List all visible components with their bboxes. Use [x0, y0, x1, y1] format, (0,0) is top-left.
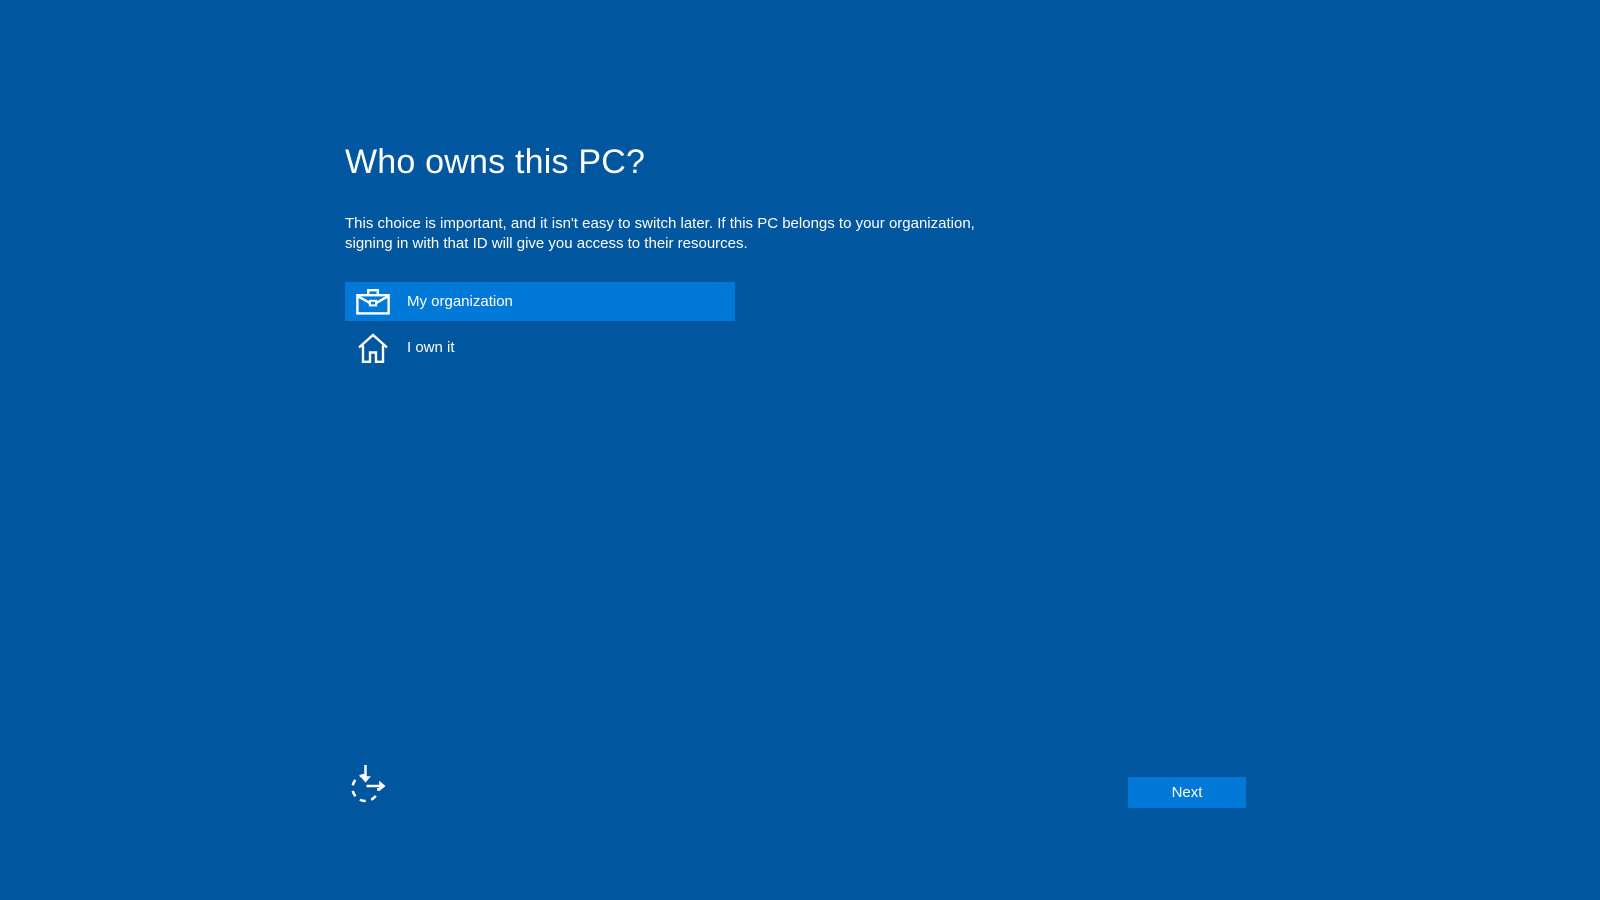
- page-title: Who owns this PC?: [345, 140, 1005, 184]
- oobe-screen: Who owns this PC? This choice is importa…: [0, 0, 1600, 900]
- next-button[interactable]: Next: [1128, 777, 1246, 808]
- briefcase-icon: [355, 288, 391, 315]
- page-description: This choice is important, and it isn't e…: [345, 214, 1005, 253]
- home-icon: [355, 332, 391, 364]
- option-my-organization[interactable]: My organization: [345, 282, 735, 321]
- main-content: Who owns this PC? This choice is importa…: [345, 140, 1005, 367]
- ownership-options: My organization I own it: [345, 282, 1005, 367]
- ease-of-access-button[interactable]: [349, 759, 395, 809]
- option-label: My organization: [407, 293, 513, 310]
- option-i-own-it[interactable]: I own it: [345, 328, 735, 367]
- ease-of-access-icon: [349, 762, 395, 806]
- option-label: I own it: [407, 339, 455, 356]
